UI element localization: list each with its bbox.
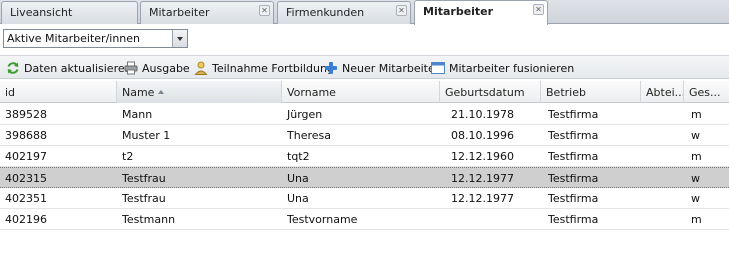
table-row[interactable]: 389528 Mann Jürgen 21.10.1978 Testfirma … (0, 104, 729, 125)
cell-vorname: Jürgen (287, 108, 323, 121)
cell-geburtsdatum: 12.12.1977 (451, 172, 514, 185)
cell-name: t2 (122, 150, 134, 163)
print-label: Ausgabe (142, 61, 190, 75)
tab-label: Mitarbeiter (149, 6, 210, 19)
cell-geschlecht: m (691, 150, 702, 163)
column-header-id[interactable]: id (0, 81, 117, 103)
filter-row: Aktive Mitarbeiter/innen (0, 25, 729, 53)
refresh-label: Daten aktualisieren (24, 61, 132, 75)
cell-betrieb: Testfirma (548, 150, 599, 163)
tab-mitarbeiter[interactable]: Mitarbeiter ✕ (140, 1, 274, 24)
column-header-geburtsdatum[interactable]: Geburtsdatum (440, 81, 541, 103)
cell-geburtsdatum: 08.10.1996 (451, 129, 514, 142)
column-header-betrieb[interactable]: Betrieb (541, 81, 641, 103)
status-filter-select[interactable]: Aktive Mitarbeiter/innen (3, 29, 188, 48)
column-header-label: Name (122, 86, 155, 99)
new-employee-label: Neuer Mitarbeiter (342, 61, 440, 75)
column-header-label: Vorname (287, 86, 336, 99)
cell-abteilung (641, 188, 684, 208)
tab-label: Liveansicht (10, 6, 73, 19)
cell-betrieb: Testfirma (548, 129, 599, 142)
new-employee-button[interactable]: Neuer Mitarbeiter (324, 60, 439, 76)
cell-id: 402197 (5, 150, 47, 163)
cell-id: 398688 (5, 129, 47, 142)
cell-geschlecht: w (691, 172, 700, 185)
column-header-abteilung[interactable]: Abtei... (641, 81, 684, 103)
grid-header: id Name Vorname Geburtsdatum Betrieb Abt… (0, 81, 729, 103)
table-row[interactable]: 398688 Muster 1 Theresa 08.10.1996 Testf… (0, 125, 729, 146)
cell-vorname: Una (287, 172, 309, 185)
cell-abteilung (641, 125, 684, 145)
cell-vorname: Testvorname (287, 213, 358, 226)
cell-geburtsdatum (446, 209, 541, 229)
training-button[interactable]: Teilnahme Fortbildung (194, 60, 334, 76)
table-row[interactable]: 402351 Testfrau Una 12.12.1977 Testfirma… (0, 188, 729, 209)
user-icon (194, 61, 208, 75)
cell-betrieb: Testfirma (548, 172, 599, 185)
cell-name: Mann (122, 108, 153, 121)
toolbar: Daten aktualisieren Ausgabe Teilnahme Fo… (0, 55, 729, 79)
tab-label: Firmenkunden (286, 6, 365, 19)
cell-geburtsdatum: 12.12.1977 (451, 192, 514, 205)
cell-vorname: tqt2 (287, 150, 310, 163)
window-icon (431, 61, 445, 75)
cell-id: 402351 (5, 192, 47, 205)
cell-geschlecht: w (691, 129, 700, 142)
cell-geschlecht: w (691, 192, 700, 205)
cell-geschlecht: m (691, 108, 702, 121)
column-header-vorname[interactable]: Vorname (282, 81, 440, 103)
table-row[interactable]: 402197 t2 tqt2 12.12.1960 Testfirma m (0, 146, 729, 167)
status-filter-value: Aktive Mitarbeiter/innen (7, 32, 141, 45)
cell-name: Testmann (122, 213, 176, 226)
column-header-label: id (5, 86, 16, 99)
cell-betrieb: Testfirma (548, 192, 599, 205)
cell-abteilung (641, 168, 684, 188)
cell-id: 389528 (5, 108, 47, 121)
column-header-name[interactable]: Name (117, 81, 282, 103)
cell-abteilung (641, 146, 684, 166)
cell-betrieb: Testfirma (548, 108, 599, 121)
printer-icon (124, 61, 138, 75)
tab-liveansicht[interactable]: Liveansicht (1, 1, 138, 24)
cell-geschlecht: m (691, 213, 702, 226)
column-header-label: Betrieb (546, 86, 586, 99)
sort-ascending-icon (158, 90, 165, 94)
cell-geburtsdatum: 12.12.1960 (451, 150, 514, 163)
cell-abteilung (641, 104, 684, 124)
refresh-icon (6, 61, 20, 75)
close-icon[interactable]: ✕ (533, 4, 544, 15)
grid-body: 389528 Mann Jürgen 21.10.1978 Testfirma … (0, 104, 729, 230)
print-button[interactable]: Ausgabe (124, 60, 190, 76)
tab-firmenkunden[interactable]: Firmenkunden ✕ (277, 1, 411, 24)
close-icon[interactable]: ✕ (259, 5, 270, 16)
plus-icon (324, 61, 338, 75)
refresh-button[interactable]: Daten aktualisieren (6, 60, 132, 76)
cell-betrieb: Testfirma (548, 213, 599, 226)
column-header-label: Ges... (689, 86, 721, 99)
cell-abteilung (641, 209, 684, 229)
cell-name: Testfrau (122, 172, 166, 185)
cell-id: 402315 (5, 172, 47, 185)
cell-geburtsdatum: 21.10.1978 (451, 108, 514, 121)
cell-id: 402196 (5, 213, 47, 226)
tab-label: Mitarbeiter (423, 5, 494, 18)
cell-name: Muster 1 (122, 129, 171, 142)
merge-button[interactable]: Mitarbeiter fusionieren (431, 60, 574, 76)
tab-mitarbeiter-active[interactable]: Mitarbeiter ✕ (414, 0, 548, 25)
close-icon[interactable]: ✕ (396, 5, 407, 16)
column-header-label: Abtei... (646, 86, 684, 99)
cell-vorname: Theresa (287, 129, 331, 142)
chevron-down-icon[interactable] (172, 30, 187, 47)
column-header-label: Geburtsdatum (445, 86, 525, 99)
training-label: Teilnahme Fortbildung (212, 61, 334, 75)
merge-label: Mitarbeiter fusionieren (449, 61, 575, 75)
cell-vorname: Una (287, 192, 309, 205)
column-header-geschlecht[interactable]: Ges... (684, 81, 729, 103)
tab-bar: Liveansicht Mitarbeiter ✕ Firmenkunden ✕… (0, 0, 729, 25)
table-row-selected[interactable]: 402315 Testfrau Una 12.12.1977 Testfirma… (0, 167, 729, 188)
cell-name: Testfrau (122, 192, 166, 205)
table-row[interactable]: 402196 Testmann Testvorname Testfirma m (0, 209, 729, 230)
